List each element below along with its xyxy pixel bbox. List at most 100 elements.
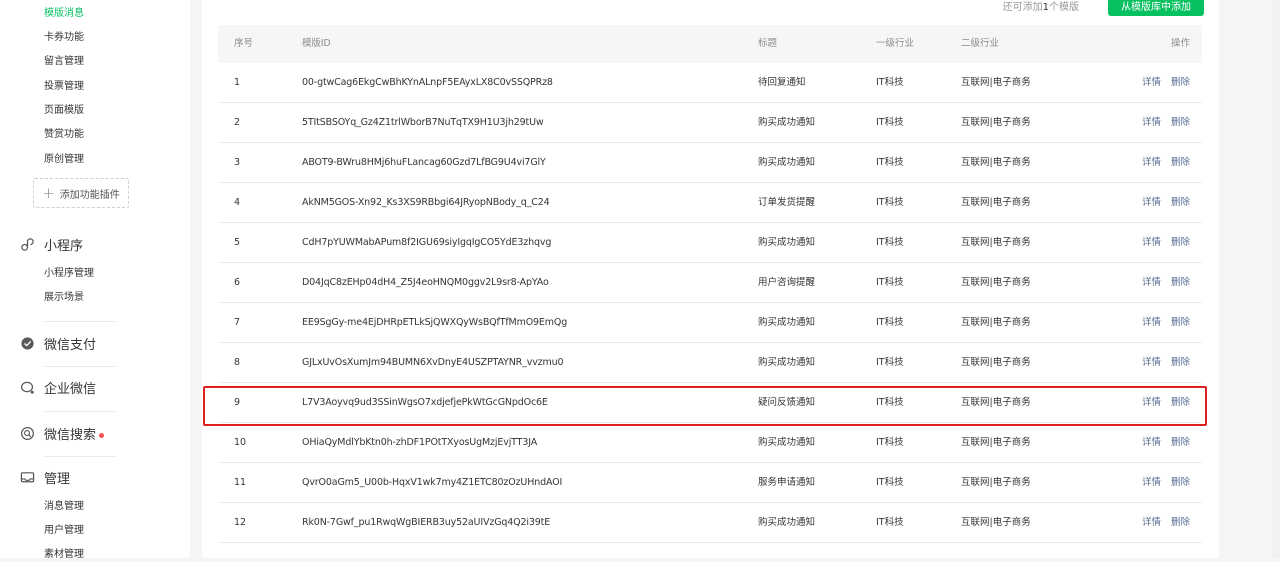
detail-link[interactable]: 详情 — [1142, 77, 1161, 88]
delete-link[interactable]: 删除 — [1171, 77, 1190, 88]
cell-operations: 详情 删除 — [1142, 503, 1190, 543]
cell-operations: 详情 删除 — [1142, 263, 1190, 303]
detail-link[interactable]: 详情 — [1142, 477, 1161, 488]
remaining-count-tip: 还可添加1个模版 — [1002, 2, 1079, 13]
cell-title: 购买成功通知 — [758, 517, 816, 528]
delete-link[interactable]: 删除 — [1171, 277, 1190, 288]
cell-index: 9 — [234, 397, 241, 408]
cell-operations: 详情 删除 — [1142, 223, 1190, 263]
sidebar-item-user-manage[interactable]: 用户管理 — [44, 524, 84, 538]
detail-link[interactable]: 详情 — [1142, 317, 1161, 328]
detail-link[interactable]: 详情 — [1142, 237, 1161, 248]
delete-link[interactable]: 删除 — [1171, 117, 1190, 128]
scrollbar-track[interactable] — [1272, 0, 1280, 558]
table-header: 序号 模版ID 标题 一级行业 二级行业 操作 — [218, 25, 1202, 63]
cell-title: 服务申请通知 — [758, 477, 816, 488]
detail-link[interactable]: 详情 — [1142, 277, 1161, 288]
search-icon — [20, 426, 35, 440]
detail-link[interactable]: 详情 — [1142, 357, 1161, 368]
delete-link[interactable]: 删除 — [1171, 397, 1190, 408]
add-from-library-button[interactable]: 从模版库中添加 — [1108, 0, 1204, 16]
cell-template-id: L7V3Aoyvq9ud3SSinWgsO7xdjefjePkWtGcGNpdO… — [302, 397, 548, 408]
delete-link[interactable]: 删除 — [1171, 157, 1190, 168]
divider — [44, 366, 116, 367]
cell-template-id: ABOT9-BWru8HMj6huFLancag60Gzd7LfBG9U4vi7… — [302, 157, 546, 168]
cell-template-id: 5TItSBSOYq_Gz4Z1trlWborB7NuTqTX9H1U3jh29… — [302, 117, 544, 128]
link-icon — [21, 237, 34, 251]
delete-link[interactable]: 删除 — [1171, 357, 1190, 368]
table-row: 4 AkNM5GOS-Xn92_Ks3XS9RBbgi64JRyopNBody_q… — [218, 183, 1202, 223]
sidebar-item-material-manage[interactable]: 素材管理 — [44, 548, 84, 562]
cell-template-id: D04JqC8zEHp04dH4_Z5J4eoHNQM0ggv2L9sr8-Ap… — [302, 277, 549, 288]
cell-template-id: AkNM5GOS-Xn92_Ks3XS9RBbgi64JRyopNBody_q_… — [302, 197, 550, 208]
delete-link[interactable]: 删除 — [1171, 197, 1190, 208]
table-row: 6 D04JqC8zEHp04dH4_Z5J4eoHNQM0ggv2L9sr8-A… — [218, 263, 1202, 303]
add-plugin-label: 添加功能插件 — [59, 189, 120, 201]
table-row: 2 5TItSBSOYq_Gz4Z1trlWborB7NuTqTX9H1U3jh2… — [218, 103, 1202, 143]
cell-template-id: EE9SgGy-me4EjDHRpETLkSjQWXQyWsBQfTfMmO9E… — [302, 317, 568, 328]
cell-title: 购买成功通知 — [758, 437, 816, 448]
section-manage[interactable]: 管理 — [20, 466, 70, 488]
cell-industry-2: 互联网|电子商务 — [961, 77, 1031, 88]
sidebar-item-page-templates[interactable]: 页面模版 — [44, 104, 84, 118]
section-miniprogram[interactable]: 小程序 — [20, 233, 83, 255]
cell-industry-1: IT科技 — [876, 237, 904, 248]
cell-industry-1: IT科技 — [876, 117, 904, 128]
header-industry-1: 一级行业 — [876, 38, 915, 49]
section-wechat-pay-label: 微信支付 — [44, 337, 97, 353]
delete-link[interactable]: 删除 — [1171, 437, 1190, 448]
section-manage-label: 管理 — [44, 471, 71, 487]
detail-link[interactable]: 详情 — [1142, 437, 1161, 448]
table-row: 12 Rk0N-7Gwf_pu1RwqWgBIERB3uy52aUIVzGq4Q2… — [218, 503, 1202, 543]
section-wecom-label: 企业微信 — [44, 381, 97, 397]
delete-link[interactable]: 删除 — [1171, 317, 1190, 328]
section-wechat-search-label: 微信搜索 — [44, 424, 105, 443]
cell-title: 购买成功通知 — [758, 117, 816, 128]
cell-index: 7 — [234, 317, 241, 328]
plus-icon: + — [42, 183, 55, 202]
detail-link[interactable]: 详情 — [1142, 397, 1161, 408]
sidebar-item-reward[interactable]: 赞赏功能 — [44, 128, 84, 142]
section-wechat-search[interactable]: 微信搜索 — [20, 422, 105, 444]
cell-operations: 详情 删除 — [1142, 183, 1190, 223]
template-table: 序号 模版ID 标题 一级行业 二级行业 操作 1 00-gtwCag6EkgCw… — [218, 25, 1202, 543]
section-wechat-pay[interactable]: 微信支付 — [20, 332, 96, 354]
detail-link[interactable]: 详情 — [1142, 517, 1161, 528]
delete-link[interactable]: 删除 — [1171, 237, 1190, 248]
cell-index: 1 — [234, 77, 241, 88]
cell-template-id: 00-gtwCag6EkgCwBhKYnALnpF5EAyxLX8C0vSSQP… — [302, 77, 553, 88]
add-plugin-button[interactable]: + 添加功能插件 — [33, 178, 129, 208]
divider — [44, 321, 116, 322]
sidebar-item-card-coupon[interactable]: 卡券功能 — [44, 31, 84, 45]
cell-operations: 详情 删除 — [1142, 383, 1190, 423]
scrollbar[interactable] — [1219, 0, 1280, 558]
section-wecom[interactable]: 企业微信 — [20, 376, 96, 398]
sidebar-item-template-message[interactable]: 模版消息 — [44, 7, 84, 21]
cell-title: 用户咨询提醒 — [758, 277, 816, 288]
cell-index: 10 — [234, 437, 247, 448]
cell-industry-2: 互联网|电子商务 — [961, 517, 1031, 528]
cell-template-id: Rk0N-7Gwf_pu1RwqWgBIERB3uy52aUIVzGq4Q2i3… — [302, 517, 551, 528]
sidebar-item-votes[interactable]: 投票管理 — [44, 80, 84, 94]
sidebar-item-original[interactable]: 原创管理 — [44, 153, 84, 167]
cell-index: 11 — [234, 477, 247, 488]
delete-link[interactable]: 删除 — [1171, 477, 1190, 488]
cell-industry-2: 互联网|电子商务 — [961, 157, 1031, 168]
detail-link[interactable]: 详情 — [1142, 117, 1161, 128]
cell-industry-2: 互联网|电子商务 — [961, 197, 1031, 208]
sidebar-item-display-scenes[interactable]: 展示场景 — [44, 291, 84, 305]
table-row: 3 ABOT9-BWru8HMj6huFLancag60Gzd7LfBG9U4vi… — [218, 143, 1202, 183]
detail-link[interactable]: 详情 — [1142, 157, 1161, 168]
delete-link[interactable]: 删除 — [1171, 517, 1190, 528]
cell-index: 3 — [234, 157, 241, 168]
sidebar-item-message-manage[interactable]: 消息管理 — [44, 500, 84, 514]
header-title: 标题 — [758, 38, 778, 49]
notification-dot — [99, 432, 105, 438]
sidebar-item-comments[interactable]: 留言管理 — [44, 55, 84, 69]
table-row: 7 EE9SgGy-me4EjDHRpETLkSjQWXQyWsBQfTfMmO9… — [218, 303, 1202, 343]
cell-operations: 详情 删除 — [1142, 103, 1190, 143]
sidebar-item-miniprogram-manage[interactable]: 小程序管理 — [44, 267, 94, 281]
detail-link[interactable]: 详情 — [1142, 197, 1161, 208]
cell-index: 5 — [234, 237, 241, 248]
table-row: 11 QvrO0aGm5_U00b-HqxV1wk7my4Z1ETC80zOzUH… — [218, 463, 1202, 503]
